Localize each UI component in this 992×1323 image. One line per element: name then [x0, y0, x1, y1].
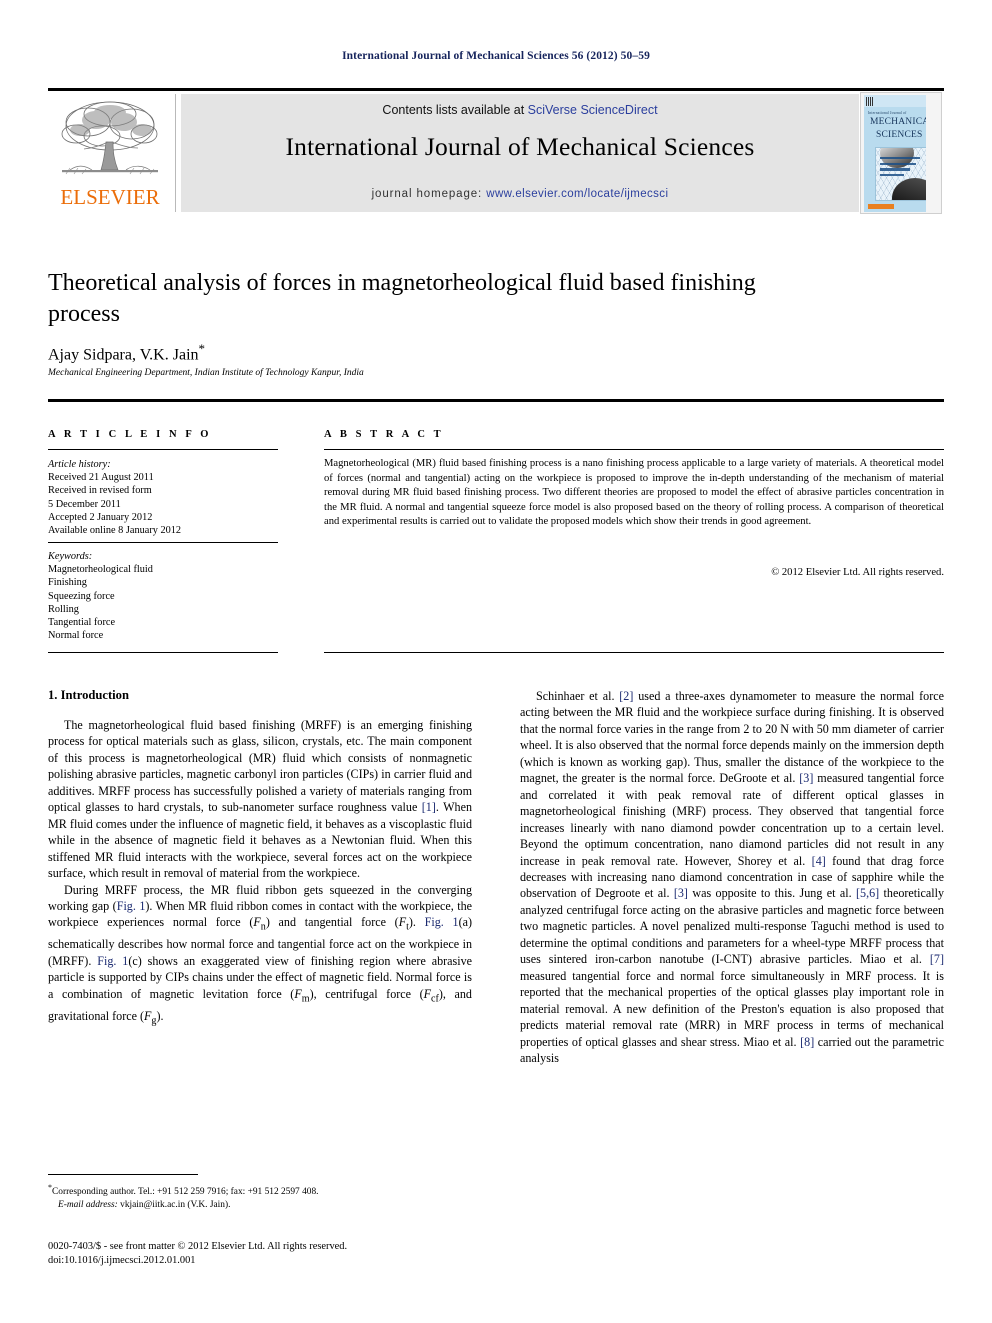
- footnote-divider: [48, 1174, 198, 1175]
- article-history-item: Available online 8 January 2012: [48, 525, 182, 537]
- abstract-rule-bottom: [324, 652, 944, 653]
- cover-topic-line: [880, 173, 904, 177]
- article-info-rule-top: [48, 449, 278, 450]
- paragraph: During MRFF process, the MR fluid ribbon…: [48, 882, 472, 1030]
- article-info-heading: A R T I C L E I N F O: [48, 429, 212, 440]
- article-history-label: Article history:: [48, 459, 111, 470]
- abstract-heading: A B S T R A C T: [324, 429, 444, 440]
- citation-ref[interactable]: [8]: [800, 1035, 814, 1049]
- keyword-item: Magnetorheological fluid: [48, 564, 153, 576]
- cover-topic-line: [880, 157, 920, 160]
- email-label: E-mail address:: [58, 1199, 118, 1210]
- paragraph-text: was opposite to this. Jung et al.: [687, 886, 856, 901]
- keyword-item: Rolling: [48, 603, 79, 615]
- body-column-right: Schinhaer et al. [2] used a three-axes d…: [520, 688, 944, 1066]
- article-history-item: Received in revised form: [48, 485, 152, 497]
- body-column-left: 1. Introduction The magnetorheological f…: [48, 688, 472, 1029]
- contents-lists-line: Contents lists available at SciVerse Sci…: [181, 103, 859, 117]
- section-heading-introduction: 1. Introduction: [48, 688, 472, 703]
- journal-banner: Contents lists available at SciVerse Sci…: [181, 94, 859, 212]
- paragraph: Schinhaer et al. [2] used a three-axes d…: [520, 688, 944, 1066]
- symbol-fcf-subscript: cf: [431, 993, 439, 1005]
- paragraph: The magnetorheological fluid based finis…: [48, 717, 472, 882]
- imprint-line: 0020-7403/$ - see front matter © 2012 El…: [48, 1241, 348, 1252]
- page-title: Theoretical analysis of forces in magnet…: [48, 270, 756, 327]
- footnote-block: *Corresponding author. Tel.: +91 512 259…: [48, 1182, 472, 1211]
- email-address[interactable]: vkjain@iitk.ac.in (V.K. Jain).: [118, 1200, 230, 1210]
- paragraph-text: ).: [408, 915, 425, 930]
- citation-ref[interactable]: [3]: [674, 886, 688, 900]
- masthead-top-rule: [48, 88, 944, 91]
- figure-ref[interactable]: Fig. 1: [425, 915, 459, 929]
- cover-topic-line: [880, 162, 916, 165]
- citation-ref[interactable]: [7]: [930, 952, 944, 966]
- imprint-block: 0020-7403/$ - see front matter © 2012 El…: [48, 1240, 488, 1267]
- symbol-fm-subscript: m: [301, 993, 310, 1005]
- citation-ref[interactable]: [4]: [812, 854, 826, 868]
- citation-ref[interactable]: [5,6]: [856, 886, 879, 900]
- article-history-item: 5 December 2011: [48, 498, 121, 510]
- elsevier-logo: ELSEVIER: [50, 94, 176, 212]
- affiliation: Mechanical Engineering Department, India…: [48, 368, 364, 378]
- symbol-fn: F: [253, 915, 261, 930]
- section-title: Introduction: [60, 688, 129, 702]
- author-list: Ajay Sidpara, V.K. Jain*: [48, 341, 828, 364]
- paragraph-text: ).: [156, 1008, 164, 1023]
- keyword-item: Finishing: [48, 577, 87, 589]
- elsevier-wordmark: ELSEVIER: [60, 185, 160, 209]
- sciencedirect-link[interactable]: SciVerse ScienceDirect: [528, 103, 658, 117]
- article-history-block: Article history: Received 21 August 2011…: [48, 458, 283, 537]
- article-info-rule-bottom: [48, 652, 278, 653]
- article-history-item: Accepted 2 January 2012: [48, 511, 153, 523]
- cover-sciencedirect-badge: [868, 204, 894, 209]
- cover-title-line1: MECHANICAL: [870, 117, 926, 127]
- article-history-item: Received 21 August 2011: [48, 472, 154, 484]
- figure-ref[interactable]: Fig. 1: [117, 899, 146, 913]
- corresponding-author-note: Corresponding author. Tel.: +91 512 259 …: [52, 1187, 319, 1198]
- running-head: International Journal of Mechanical Scie…: [342, 50, 650, 62]
- elsevier-tree-icon: [61, 101, 158, 175]
- cover-topic-lines: [880, 157, 920, 179]
- paragraph-text: ), centrifugal force (: [309, 986, 424, 1001]
- figure-ref[interactable]: Fig. 1: [97, 954, 128, 968]
- symbol-ft: F: [398, 915, 407, 930]
- keyword-item: Tangential force: [48, 617, 116, 629]
- citation-ref[interactable]: [1]: [422, 800, 436, 814]
- corresponding-author-marker: *: [198, 341, 206, 356]
- journal-homepage-line: journal homepage: www.elsevier.com/locat…: [181, 188, 859, 200]
- paragraph-text: ) and tangential force (: [265, 915, 399, 930]
- citation-ref[interactable]: [2]: [619, 689, 633, 703]
- section-divider-thick: [48, 399, 944, 402]
- paragraph-text: The magnetorheological fluid based finis…: [48, 718, 472, 815]
- keyword-item: Squeezing force: [48, 590, 115, 602]
- symbol-fcf: F: [423, 986, 432, 1001]
- journal-article-page: International Journal of Mechanical Scie…: [0, 0, 992, 1323]
- contents-prefix: Contents lists available at: [382, 103, 528, 117]
- abstract-text: Magnetorheological (MR) fluid based fini…: [324, 458, 944, 528]
- cover-kicker: International Journal of: [868, 111, 907, 115]
- journal-title: International Journal of Mechanical Scie…: [285, 132, 755, 161]
- section-number: 1.: [48, 688, 58, 702]
- cover-barcode-icon: [866, 97, 874, 106]
- cover-artwork: International Journal of MECHANICAL SCIE…: [864, 95, 926, 212]
- journal-cover-thumbnail[interactable]: International Journal of MECHANICAL SCIE…: [860, 92, 942, 214]
- paragraph-text: Schinhaer et al.: [536, 689, 620, 703]
- keywords-label: Keywords:: [48, 551, 93, 562]
- doi-line[interactable]: doi:10.1016/j.ijmecsci.2012.01.001: [48, 1254, 488, 1268]
- article-info-rule-mid: [48, 542, 278, 543]
- abstract-copyright: © 2012 Elsevier Ltd. All rights reserved…: [771, 567, 944, 578]
- cover-topic-line: [880, 168, 910, 171]
- journal-homepage-link[interactable]: www.elsevier.com/locate/ijmecsci: [486, 188, 668, 200]
- keywords-block: Keywords: Magnetorheological fluid Finis…: [48, 550, 283, 642]
- journal-masthead: ELSEVIER Contents lists available at Sci…: [48, 88, 944, 214]
- homepage-prefix: journal homepage:: [371, 188, 487, 200]
- author-names: Ajay Sidpara, V.K. Jain: [48, 346, 199, 364]
- symbol-fm: F: [294, 986, 302, 1001]
- citation-ref[interactable]: [3]: [799, 771, 813, 785]
- cover-title-line2: SCIENCES: [876, 130, 923, 140]
- abstract-rule-top: [324, 449, 944, 450]
- keyword-item: Normal force: [48, 630, 104, 642]
